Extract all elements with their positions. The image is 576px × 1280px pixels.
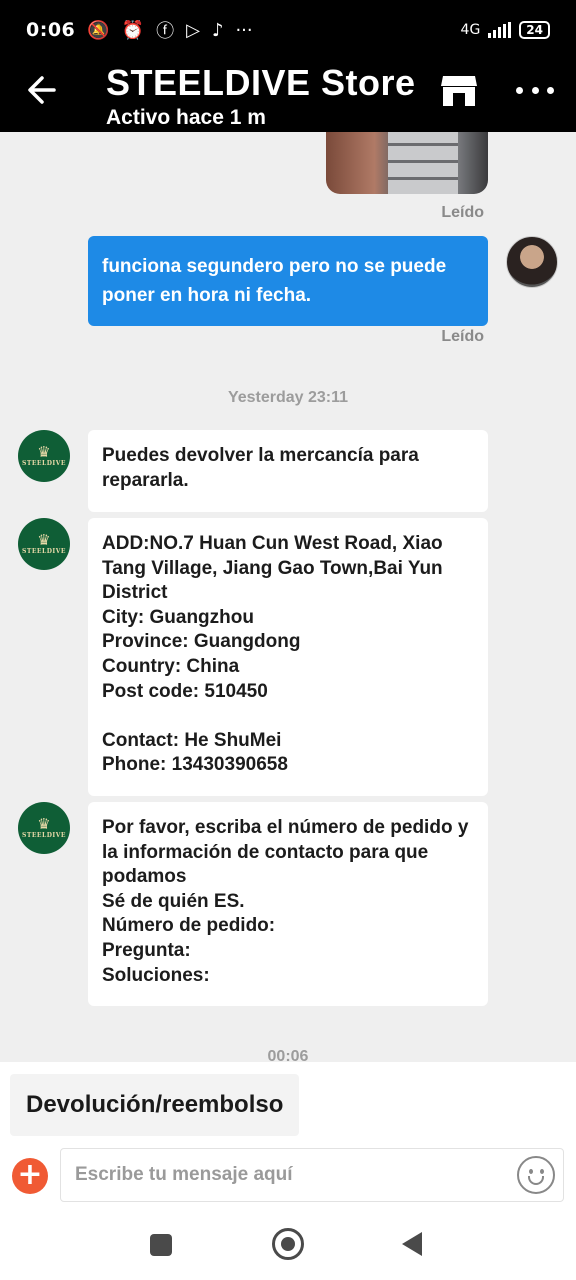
store-avatar-brand: STEELDIVE bbox=[22, 460, 66, 467]
status-time: 0:06 bbox=[26, 19, 76, 41]
network-label: 4G bbox=[460, 22, 481, 38]
composer-panel: Devolución/reembolso + bbox=[0, 1062, 576, 1210]
store-avatar[interactable]: ♛ STEELDIVE bbox=[18, 802, 70, 854]
crest-icon: ♛ bbox=[37, 531, 51, 549]
play-icon: ▷ bbox=[186, 19, 200, 41]
facebook-icon: ⓕ bbox=[156, 21, 175, 42]
status-right: 4G 24 bbox=[461, 21, 550, 39]
chat-messages[interactable]: Leído funciona segundero pero no se pued… bbox=[0, 132, 576, 1062]
outgoing-message[interactable]: funciona segundero pero no se puede pone… bbox=[88, 236, 488, 326]
store-avatar[interactable]: ♛ STEELDIVE bbox=[18, 518, 70, 570]
incoming-message-request[interactable]: Por favor, escriba el número de pedido y… bbox=[88, 802, 488, 1006]
store-avatar[interactable]: ♛ STEELDIVE bbox=[18, 430, 70, 482]
back-arrow-icon bbox=[28, 76, 56, 104]
back-button[interactable] bbox=[24, 70, 60, 110]
watch-band-image bbox=[388, 132, 458, 194]
incoming-message-address[interactable]: ADD:NO.7 Huan Cun West Road, Xiao Tang V… bbox=[88, 518, 488, 796]
user-avatar[interactable] bbox=[506, 236, 558, 288]
smiley-icon bbox=[529, 1169, 533, 1174]
more-icon bbox=[516, 86, 523, 94]
system-nav-bar bbox=[0, 1210, 576, 1280]
status-icons: 🔕 ⏰ ⓕ ▷ ♪ ··· bbox=[87, 17, 252, 43]
chat-timestamp: Yesterday 23:11 bbox=[227, 389, 349, 406]
store-avatar-brand: STEELDIVE bbox=[22, 832, 66, 839]
store-button[interactable] bbox=[440, 72, 478, 108]
read-receipt: Leído bbox=[441, 328, 484, 345]
emoji-button[interactable] bbox=[517, 1156, 555, 1194]
home-button[interactable] bbox=[272, 1228, 304, 1260]
crest-icon: ♛ bbox=[37, 443, 51, 461]
store-icon bbox=[441, 76, 477, 106]
more-options-button[interactable] bbox=[516, 78, 554, 102]
store-title: STEELDIVE Store bbox=[106, 62, 416, 103]
battery-icon: 24 bbox=[519, 21, 550, 39]
recents-button[interactable] bbox=[150, 1234, 172, 1256]
return-refund-button[interactable]: Devolución/reembolso bbox=[10, 1074, 300, 1136]
alarm-icon: ⏰ bbox=[121, 19, 145, 41]
chat-header: STEELDIVE Store Activo hace 1 m bbox=[0, 60, 576, 132]
chat-timestamp: 00:06 bbox=[267, 1048, 309, 1062]
signal-icon bbox=[488, 22, 512, 38]
incoming-message[interactable]: Puedes devolver la mercancía para repara… bbox=[88, 430, 488, 512]
read-receipt: Leído bbox=[441, 204, 484, 221]
message-input[interactable] bbox=[75, 1149, 495, 1201]
status-bar: 0:06 🔕 ⏰ ⓕ ▷ ♪ ··· 4G 24 bbox=[0, 0, 576, 60]
more-dots-icon: ··· bbox=[235, 19, 253, 41]
store-avatar-brand: STEELDIVE bbox=[22, 548, 66, 555]
add-attachment-button[interactable]: + bbox=[12, 1158, 48, 1194]
tiktok-icon: ♪ bbox=[211, 19, 224, 41]
image-message[interactable] bbox=[326, 132, 488, 194]
incoming-message-text: Por favor, escriba el número de pedido y… bbox=[102, 817, 469, 986]
home-icon bbox=[281, 1237, 295, 1251]
incoming-message-text: Puedes devolver la mercancía para repara… bbox=[102, 445, 425, 491]
active-status: Activo hace 1 m bbox=[106, 106, 266, 129]
outgoing-message-text: funciona segundero pero no se puede pone… bbox=[102, 256, 447, 306]
system-back-button[interactable] bbox=[402, 1232, 422, 1256]
incoming-message-text: ADD:NO.7 Huan Cun West Road, Xiao Tang V… bbox=[102, 533, 443, 776]
message-input-container[interactable] bbox=[60, 1148, 564, 1202]
crest-icon: ♛ bbox=[37, 815, 51, 833]
plus-icon: + bbox=[17, 1157, 43, 1192]
mute-icon: 🔕 bbox=[87, 19, 110, 41]
